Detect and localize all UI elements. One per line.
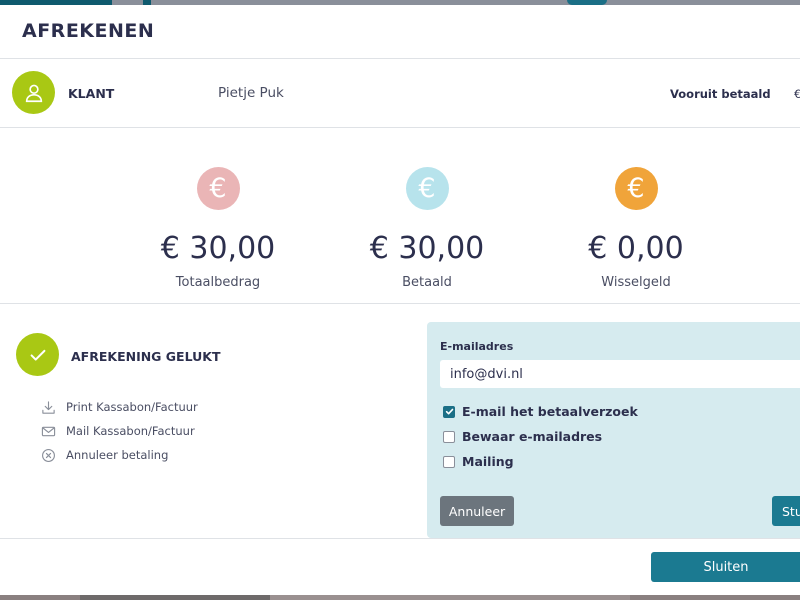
print-receipt-link[interactable]: Print Kassabon/Factuur [40,395,198,419]
download-icon [40,399,56,415]
close-button[interactable]: Sluiten [651,552,800,582]
stat-change: € € 0,00 Wisselgeld [546,167,726,290]
euro-icon: € [196,167,240,210]
total-label: Totaalbedrag [175,275,261,290]
client-name: Pietje Puk [218,85,284,101]
receipt-actions: Print Kassabon/Factuur Mail Kassabon/Fac… [40,395,198,467]
change-label: Wisselgeld [601,275,671,290]
euro-icon: € [614,167,658,210]
stat-total: € € 30,00 Totaalbedrag [128,167,308,290]
total-amount: € 30,00 [160,231,276,266]
checkbox-mailing[interactable]: Mailing [443,454,514,469]
checkbox-unchecked-icon[interactable] [443,430,455,443]
cancel-circle-icon [40,447,56,463]
email-label: E-mailadres [440,340,514,353]
client-label: KLANT [68,86,115,101]
checkout-dialog: AFREKENEN KLANT Pietje Puk Vooruit betaa… [0,5,800,595]
checkbox-email-request[interactable]: E-mail het betaalverzoek [443,404,638,419]
checkbox-save-email-label: Bewaar e-mailadres [462,429,603,444]
client-row: KLANT Pietje Puk Vooruit betaald € [0,59,800,128]
cancel-payment-link[interactable]: Annuleer betaling [40,443,198,467]
cancel-payment-label: Annuleer betaling [66,448,169,462]
checkbox-save-email[interactable]: Bewaar e-mailadres [443,429,602,444]
mail-icon [40,423,56,439]
check-icon [16,333,59,376]
checkbox-unchecked-icon[interactable] [443,455,455,468]
dialog-header: AFREKENEN [0,5,800,59]
dialog-title: AFREKENEN [22,20,155,42]
checkbox-email-request-label: E-mail het betaalverzoek [462,404,638,419]
euro-icon: € [405,167,449,210]
paid-amount: € 30,00 [369,231,485,266]
prepaid-label: Vooruit betaald [670,87,771,101]
success-status: AFREKENING GELUKT [71,349,221,364]
stat-paid: € € 30,00 Betaald [337,167,517,290]
prepaid-value: € [794,87,800,101]
checkbox-checked-icon[interactable] [443,405,455,418]
checkbox-mailing-label: Mailing [462,454,514,469]
user-icon [12,71,55,114]
mail-receipt-label: Mail Kassabon/Factuur [66,424,195,438]
send-button[interactable]: Stu [772,496,800,526]
email-input[interactable] [440,360,800,388]
paid-label: Betaald [402,275,452,290]
background-bottom-strip [0,595,800,600]
dialog-footer: Sluiten [0,538,800,595]
cancel-button[interactable]: Annuleer [440,496,514,526]
mail-panel: E-mailadres E-mail het betaalverzoek Bew… [427,322,800,538]
change-amount: € 0,00 [588,231,684,266]
mail-receipt-link[interactable]: Mail Kassabon/Factuur [40,419,198,443]
section-divider [0,303,800,304]
print-receipt-label: Print Kassabon/Factuur [66,400,198,414]
